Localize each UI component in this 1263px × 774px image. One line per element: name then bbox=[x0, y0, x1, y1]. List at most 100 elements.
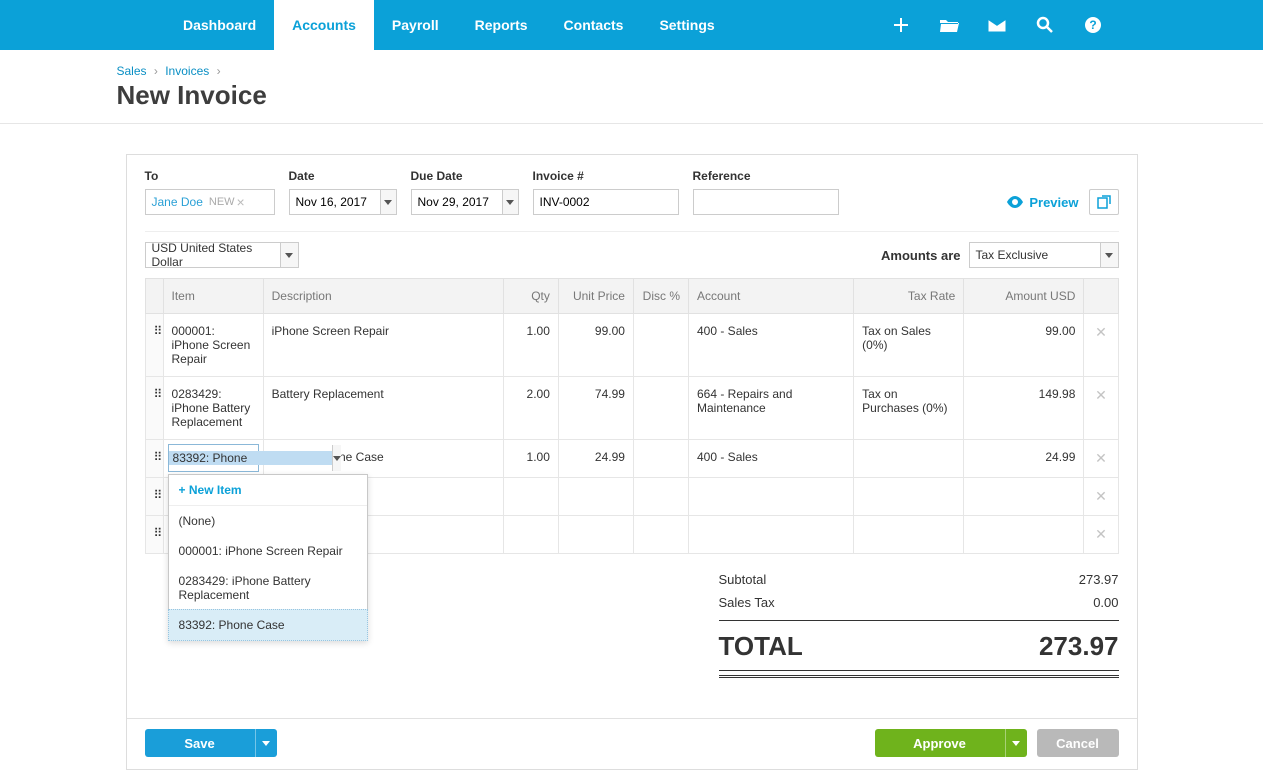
help-icon[interactable]: ? bbox=[1083, 15, 1103, 35]
fields-row-1: To Jane Doe NEW × Date Due Date bbox=[145, 169, 1119, 215]
cell-qty[interactable]: 1.00 bbox=[503, 314, 558, 377]
invoice-number-value[interactable] bbox=[540, 190, 672, 214]
delete-row-button[interactable]: ✕ bbox=[1084, 377, 1118, 440]
drag-handle[interactable]: ⠿ bbox=[145, 314, 163, 377]
drag-handle[interactable]: ⠿ bbox=[145, 516, 163, 554]
dropdown-option[interactable]: 000001: iPhone Screen Repair bbox=[169, 536, 367, 566]
nav-accounts[interactable]: Accounts bbox=[274, 0, 374, 50]
invoice-number-field: Invoice # bbox=[533, 169, 679, 215]
breadcrumb-sep: › bbox=[217, 64, 221, 78]
cell-price[interactable]: 74.99 bbox=[558, 377, 633, 440]
to-label: To bbox=[145, 169, 275, 183]
cell-tax[interactable] bbox=[854, 440, 964, 478]
date-input[interactable] bbox=[289, 189, 397, 215]
save-button[interactable]: Save bbox=[145, 729, 255, 757]
cell-desc[interactable]: iPhone Screen Repair bbox=[263, 314, 503, 377]
breadcrumb-sales[interactable]: Sales bbox=[117, 64, 147, 78]
th-tax: Tax Rate bbox=[854, 279, 964, 314]
cell-account[interactable]: 400 - Sales bbox=[689, 440, 854, 478]
total-value: 273.97 bbox=[1039, 631, 1119, 662]
cell-disc[interactable] bbox=[633, 377, 688, 440]
delete-row-button[interactable]: ✕ bbox=[1084, 440, 1118, 478]
preview-link[interactable]: Preview bbox=[1007, 195, 1078, 210]
to-field: To Jane Doe NEW × bbox=[145, 169, 275, 215]
dropdown-new-item[interactable]: + New Item bbox=[169, 475, 367, 506]
cell-price[interactable]: 24.99 bbox=[558, 440, 633, 478]
amounts-are-select[interactable]: Tax Exclusive bbox=[969, 242, 1119, 268]
nav-contacts[interactable]: Contacts bbox=[546, 0, 642, 50]
mail-icon[interactable] bbox=[987, 15, 1007, 35]
cell-qty[interactable]: 2.00 bbox=[503, 377, 558, 440]
approve-button[interactable]: Approve bbox=[875, 729, 1005, 757]
cell-account[interactable] bbox=[689, 516, 854, 554]
reference-input[interactable] bbox=[693, 189, 839, 215]
item-combobox-input[interactable] bbox=[169, 451, 332, 465]
item-combobox-button[interactable] bbox=[332, 445, 341, 471]
delete-row-button[interactable]: ✕ bbox=[1084, 314, 1118, 377]
breadcrumb-invoices[interactable]: Invoices bbox=[165, 64, 209, 78]
date-value[interactable] bbox=[296, 190, 376, 214]
due-date-picker-button[interactable] bbox=[502, 190, 518, 214]
drag-handle[interactable]: ⠿ bbox=[145, 478, 163, 516]
item-combobox[interactable] bbox=[168, 444, 259, 472]
reference-value[interactable] bbox=[700, 190, 832, 214]
cell-tax[interactable]: Tax on Purchases (0%) bbox=[854, 377, 964, 440]
amounts-are-dropdown-button[interactable] bbox=[1100, 243, 1118, 267]
cancel-button[interactable]: Cancel bbox=[1037, 729, 1119, 757]
to-clear-icon[interactable]: × bbox=[237, 194, 245, 210]
cell-qty[interactable]: 1.00 bbox=[503, 440, 558, 478]
nav-reports[interactable]: Reports bbox=[457, 0, 546, 50]
cell-disc[interactable] bbox=[633, 314, 688, 377]
dropdown-option[interactable]: (None) bbox=[169, 506, 367, 536]
due-date-value[interactable] bbox=[418, 190, 498, 214]
cell-item-editing[interactable]: + New Item (None) 000001: iPhone Screen … bbox=[163, 440, 263, 478]
th-disc: Disc % bbox=[633, 279, 688, 314]
cell-tax[interactable] bbox=[854, 516, 964, 554]
nav-dashboard[interactable]: Dashboard bbox=[165, 0, 274, 50]
approve-dropdown-button[interactable] bbox=[1005, 729, 1027, 757]
dropdown-option[interactable]: 0283429: iPhone Battery Replacement bbox=[169, 566, 367, 610]
amounts-are-label: Amounts are bbox=[881, 248, 960, 263]
cell-disc[interactable] bbox=[633, 478, 688, 516]
cell-item[interactable]: 0283429: iPhone Battery Replacement bbox=[163, 377, 263, 440]
cell-price[interactable] bbox=[558, 516, 633, 554]
currency-select[interactable]: USD United States Dollar bbox=[145, 242, 299, 268]
nav-payroll[interactable]: Payroll bbox=[374, 0, 457, 50]
delete-row-button[interactable]: ✕ bbox=[1084, 478, 1118, 516]
drag-handle[interactable]: ⠿ bbox=[145, 377, 163, 440]
cell-qty[interactable] bbox=[503, 516, 558, 554]
dropdown-option-highlighted[interactable]: 83392: Phone Case bbox=[168, 609, 368, 641]
cell-price[interactable] bbox=[558, 478, 633, 516]
cell-account[interactable]: 664 - Repairs and Maintenance bbox=[689, 377, 854, 440]
cell-account[interactable] bbox=[689, 478, 854, 516]
invoice-number-input[interactable] bbox=[533, 189, 679, 215]
sales-tax-label: Sales Tax bbox=[719, 595, 775, 610]
cell-tax[interactable] bbox=[854, 478, 964, 516]
item-dropdown: + New Item (None) 000001: iPhone Screen … bbox=[168, 474, 368, 641]
delete-row-button[interactable]: ✕ bbox=[1084, 516, 1118, 554]
search-icon[interactable] bbox=[1035, 15, 1055, 35]
plus-icon[interactable] bbox=[891, 15, 911, 35]
due-date-input[interactable] bbox=[411, 189, 519, 215]
to-input-wrap[interactable]: Jane Doe NEW × bbox=[145, 189, 275, 215]
th-delete bbox=[1084, 279, 1118, 314]
nav-settings[interactable]: Settings bbox=[641, 0, 732, 50]
cell-disc[interactable] bbox=[633, 440, 688, 478]
invoice-number-label: Invoice # bbox=[533, 169, 679, 183]
cell-qty[interactable] bbox=[503, 478, 558, 516]
cell-price[interactable]: 99.00 bbox=[558, 314, 633, 377]
save-dropdown-button[interactable] bbox=[255, 729, 277, 757]
open-new-window-button[interactable] bbox=[1089, 189, 1119, 215]
cell-item[interactable]: 000001: iPhone Screen Repair bbox=[163, 314, 263, 377]
cell-tax[interactable]: Tax on Sales (0%) bbox=[854, 314, 964, 377]
drag-handle[interactable]: ⠿ bbox=[145, 440, 163, 478]
cell-desc[interactable]: Battery Replacement bbox=[263, 377, 503, 440]
cell-disc[interactable] bbox=[633, 516, 688, 554]
cell-account[interactable]: 400 - Sales bbox=[689, 314, 854, 377]
to-contact-chip[interactable]: Jane Doe bbox=[152, 195, 203, 209]
line-items-table: Item Description Qty Unit Price Disc % A… bbox=[145, 278, 1119, 554]
currency-dropdown-button[interactable] bbox=[280, 243, 298, 267]
date-picker-button[interactable] bbox=[380, 190, 396, 214]
folder-icon[interactable] bbox=[939, 15, 959, 35]
th-drag bbox=[145, 279, 163, 314]
